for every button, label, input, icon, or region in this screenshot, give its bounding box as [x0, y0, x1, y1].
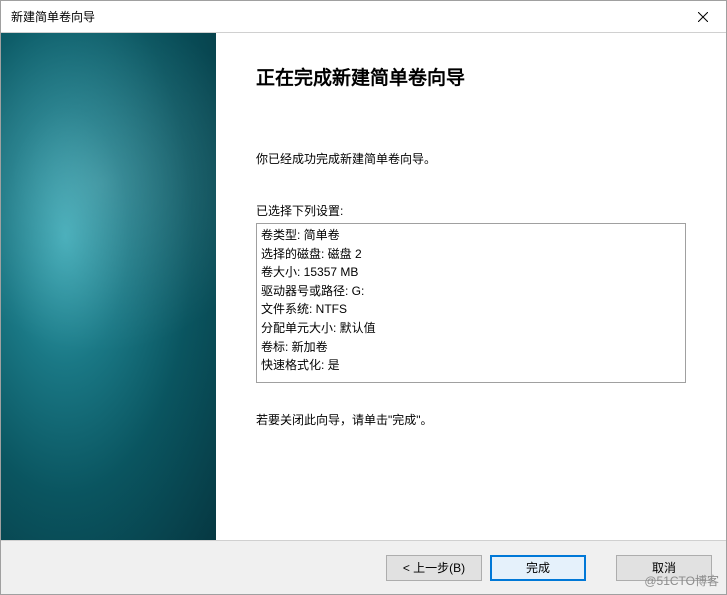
back-button[interactable]: < 上一步(B): [386, 555, 482, 581]
window-title: 新建简单卷向导: [11, 8, 95, 25]
finish-button[interactable]: 完成: [490, 555, 586, 581]
button-bar: < 上一步(B) 完成 取消: [1, 540, 726, 594]
main-panel: 正在完成新建简单卷向导 你已经成功完成新建简单卷向导。 已选择下列设置: 卷类型…: [216, 33, 726, 540]
closing-text: 若要关闭此向导，请单击"完成"。: [256, 411, 686, 428]
list-item: 卷标: 新加卷: [261, 338, 683, 357]
list-item: 文件系统: NTFS: [261, 300, 683, 319]
list-item: 驱动器号或路径: G:: [261, 282, 683, 301]
wizard-dialog: 新建简单卷向导 正在完成新建简单卷向导 你已经成功完成新建简单卷向导。 已选择下…: [0, 0, 727, 595]
intro-text: 你已经成功完成新建简单卷向导。: [256, 150, 686, 167]
wizard-sidebar-graphic: [1, 33, 216, 540]
list-item: 快速格式化: 是: [261, 356, 683, 375]
content-area: 正在完成新建简单卷向导 你已经成功完成新建简单卷向导。 已选择下列设置: 卷类型…: [1, 33, 726, 540]
list-item: 卷大小: 15357 MB: [261, 263, 683, 282]
settings-listbox[interactable]: 卷类型: 简单卷 选择的磁盘: 磁盘 2 卷大小: 15357 MB 驱动器号或…: [256, 223, 686, 383]
settings-label: 已选择下列设置:: [256, 202, 686, 219]
titlebar: 新建简单卷向导: [1, 1, 726, 33]
list-item: 卷类型: 简单卷: [261, 226, 683, 245]
list-item: 选择的磁盘: 磁盘 2: [261, 245, 683, 264]
cancel-button[interactable]: 取消: [616, 555, 712, 581]
close-button[interactable]: [680, 1, 726, 33]
list-item: 分配单元大小: 默认值: [261, 319, 683, 338]
page-title: 正在完成新建简单卷向导: [256, 63, 686, 90]
close-icon: [698, 12, 708, 22]
